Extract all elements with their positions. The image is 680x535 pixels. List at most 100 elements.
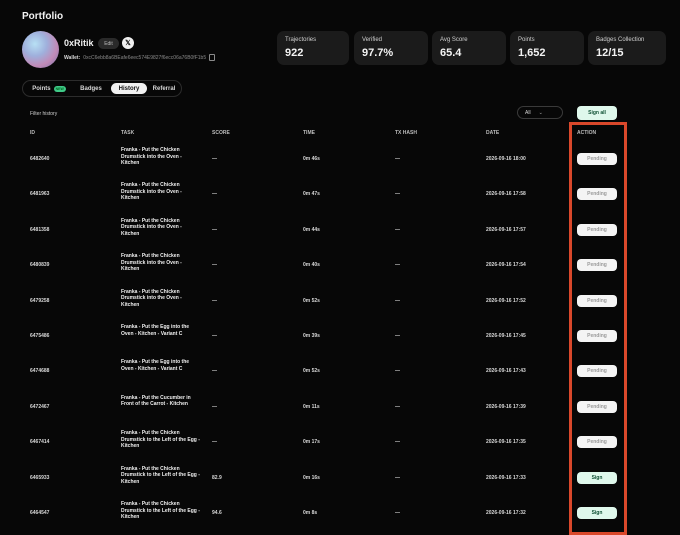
row-task: Franka - Put the Chicken Drumstick into … [121,182,182,202]
row-id: 6482640 [30,156,50,162]
row-task: Franka - Put the Chicken Drumstick into … [121,288,182,308]
stat-card-verified: Verified 97.7% [354,31,428,65]
stat-label: Badges Collection [596,37,645,43]
tab-label: Points [32,85,51,92]
edit-button[interactable]: Edit [98,38,119,49]
pending-button[interactable]: Pending [577,223,617,236]
row-time: 0m 11s [303,403,320,410]
header-score: SCORE [212,130,230,136]
row-time: 0m 44s [303,226,320,233]
row-time: 0m 39s [303,333,320,339]
tab-bar: Points NEW Badges History Referral [22,80,182,97]
wallet-label: Wallet: [64,54,81,61]
filter-select[interactable]: All ⌄ [517,106,563,119]
row-id: 6480839 [30,262,50,269]
row-task: Franka - Put the Chicken Drumstick to th… [121,430,200,450]
wallet-address: 0xcC6ebb8a6BEafe6eec574E9827f6ecc06a76B0… [83,54,207,61]
row-date: 2026-09-16 17:35 [486,439,526,446]
tab-badges[interactable]: Badges [73,83,109,94]
row-date: 2026-09-16 17:39 [486,403,526,410]
stat-value: 1,652 [518,47,546,59]
row-task: Franka - Put the Cucumber in Front of th… [121,394,191,408]
row-date: 2026-09-16 17:57 [486,226,526,233]
header-time: TIME [303,130,315,136]
row-time: 0m 17s [303,439,320,446]
row-date: 2026-09-16 17:33 [486,474,526,481]
stat-label: Points [518,37,535,43]
row-tx-hash: — [395,368,400,375]
row-tx-hash: — [395,297,400,304]
row-task: Franka - Put the Chicken Drumstick into … [121,253,182,273]
pending-button[interactable]: Pending [577,153,617,165]
pending-button[interactable]: Pending [577,436,617,449]
row-date: 2026-09-16 18:00 [486,156,526,162]
pending-button[interactable]: Pending [577,188,617,201]
tab-history[interactable]: History [111,83,147,94]
row-date: 2026-09-16 17:54 [486,262,526,269]
row-id: 6481963 [30,191,50,198]
row-score: — [212,368,217,375]
row-score: — [212,156,217,162]
copy-icon[interactable] [209,54,216,61]
row-id: 6472467 [30,403,50,410]
row-time: 0m 16s [303,474,320,481]
row-score: — [212,191,217,198]
row-time: 0m 46s [303,156,320,162]
row-score: — [212,226,217,233]
page-title: Portfolio [22,11,64,22]
row-task: Franka - Put the Chicken Drumstick to th… [121,501,200,520]
tab-points[interactable]: Points NEW [27,83,71,94]
row-score: 94.6 [212,510,222,516]
row-date: 2026-09-16 17:32 [486,510,526,516]
stat-value: 922 [285,47,304,59]
row-tx-hash: — [395,262,400,269]
row-score: — [212,403,217,410]
row-time: 0m 47s [303,191,320,198]
row-tx-hash: — [395,333,400,339]
row-score: 82.9 [212,474,222,481]
row-task: Franka - Put the Chicken Drumstick into … [121,217,182,237]
stat-value: 12/15 [596,47,624,59]
pending-button[interactable]: Pending [577,294,617,307]
row-id: 6479258 [30,297,50,304]
stat-card-badges: Badges Collection 12/15 [588,31,666,65]
pending-button[interactable]: Pending [577,365,617,378]
stat-label: Avg Score [440,37,468,43]
header-date: DATE [486,130,500,136]
header-task: TASK [121,130,135,136]
row-score: — [212,262,217,269]
wallet-row: Wallet: 0xcC6ebb8a6BEafe6eec574E9827f6ecc… [64,54,216,61]
row-id: 6475486 [30,333,50,339]
row-id: 6474688 [30,368,50,375]
row-tx-hash: — [395,510,400,516]
stat-label: Trajectories [285,37,317,43]
row-id: 6467414 [30,439,50,446]
row-tx-hash: — [395,403,400,410]
row-date: 2026-09-16 17:45 [486,333,526,339]
row-task: Franka - Put the Egg into the Oven - Kit… [121,324,190,337]
row-date: 2026-09-16 17:43 [486,368,526,375]
row-tx-hash: — [395,191,400,198]
chevron-down-icon: ⌄ [538,109,543,116]
sign-button[interactable]: Sign [577,471,617,484]
pending-button[interactable]: Pending [577,259,617,272]
row-score: — [212,439,217,446]
tab-referral[interactable]: Referral [149,83,179,94]
pending-button[interactable]: Pending [577,400,617,413]
row-id: 6465933 [30,474,50,481]
row-tx-hash: — [395,439,400,446]
sign-button[interactable]: Sign [577,507,617,519]
stat-value: 65.4 [440,47,462,59]
x-profile-icon[interactable]: 𝕏 [122,37,134,49]
row-time: 0m 8s [303,510,318,516]
row-id: 6464547 [30,510,50,516]
pending-button[interactable]: Pending [577,330,617,342]
stat-card-trajectories: Trajectories 922 [277,31,349,65]
row-score: — [212,333,217,339]
stat-value: 97.7% [362,47,394,59]
sign-all-button[interactable]: Sign all [577,106,617,120]
row-tx-hash: — [395,156,400,162]
row-time: 0m 52s [303,297,320,304]
row-time: 0m 52s [303,368,320,375]
username: 0xRitik [64,38,94,48]
